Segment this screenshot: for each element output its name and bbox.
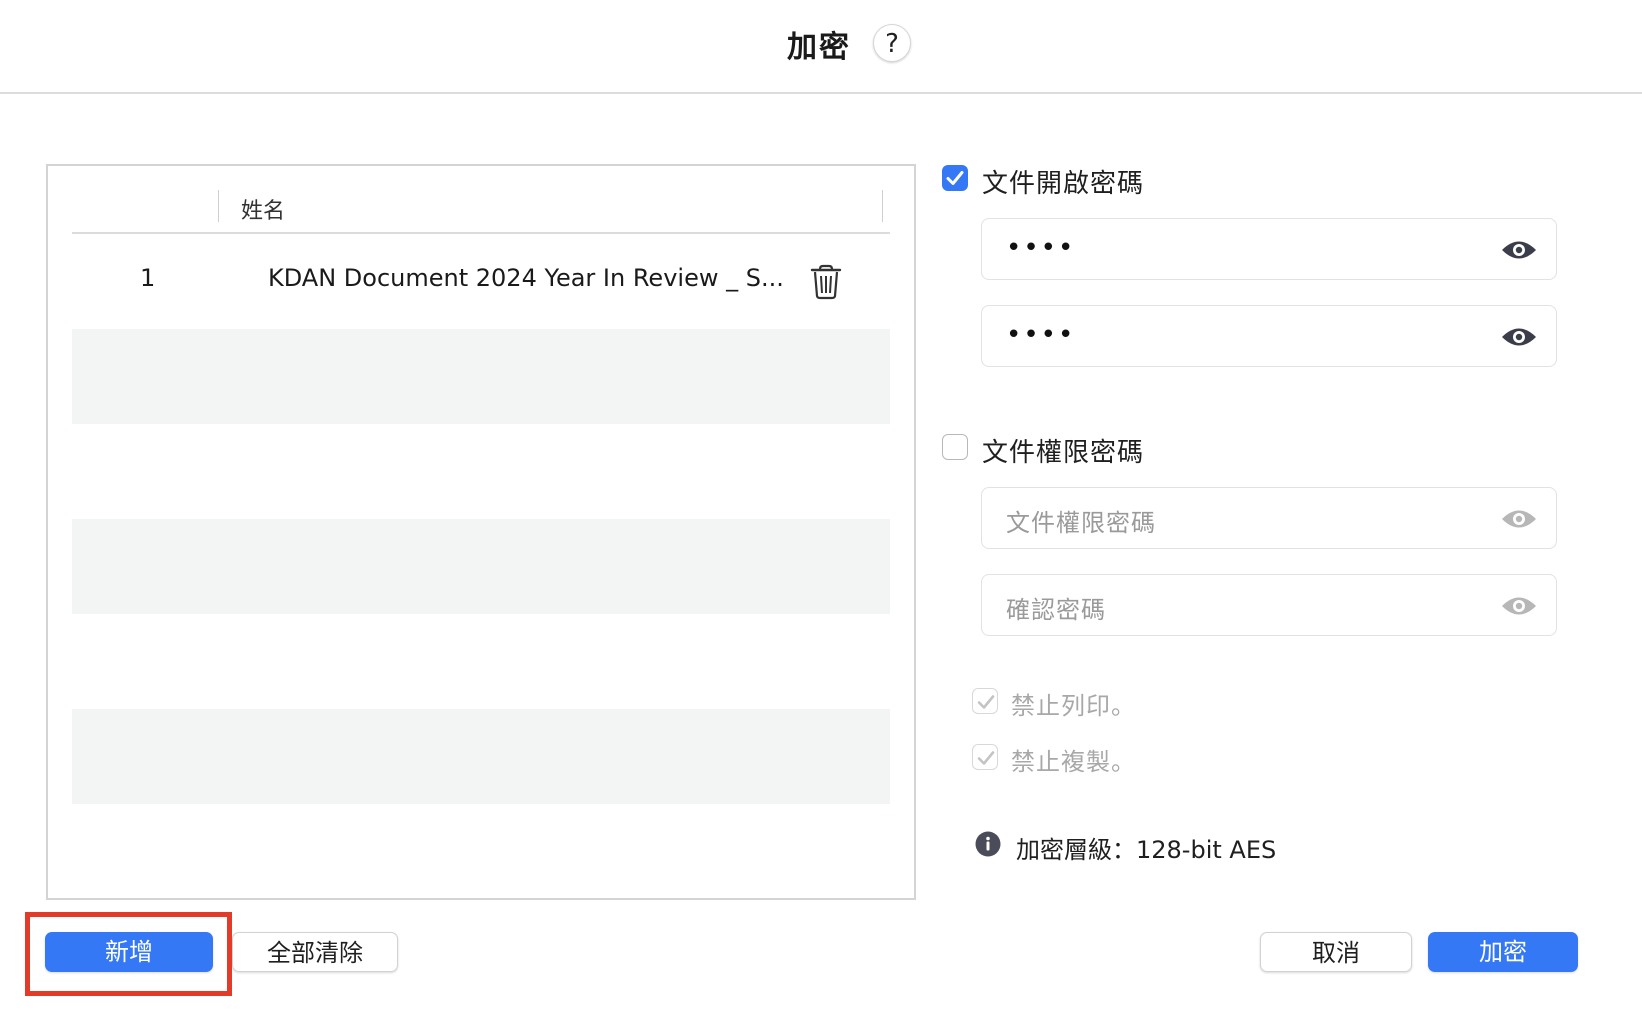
permission-password-label[interactable]: 文件權限密碼 bbox=[982, 432, 1144, 469]
column-separator bbox=[882, 190, 883, 222]
file-name: KDAN Document 2024 Year In Review _ S... bbox=[268, 264, 784, 292]
permission-password-input[interactable]: 文件權限密碼 bbox=[981, 487, 1557, 549]
file-list-panel: 姓名 1 KDAN Document 2024 Year In Review _… bbox=[46, 164, 916, 900]
open-password-checkbox[interactable] bbox=[942, 165, 968, 191]
no-print-checkbox[interactable] bbox=[972, 688, 998, 714]
table-row-empty bbox=[72, 329, 890, 424]
permission-confirm-placeholder: 確認密碼 bbox=[1006, 596, 1106, 624]
trash-icon[interactable] bbox=[809, 264, 843, 300]
help-button[interactable]: ? bbox=[873, 24, 911, 62]
table-row-empty bbox=[72, 709, 890, 804]
show-password-eye-icon[interactable] bbox=[1500, 324, 1538, 350]
show-password-eye-icon[interactable] bbox=[1500, 506, 1538, 532]
clear-all-button[interactable]: 全部清除 bbox=[232, 932, 398, 972]
table-row[interactable]: 1 KDAN Document 2024 Year In Review _ S.… bbox=[72, 234, 890, 329]
no-print-label: 禁止列印。 bbox=[1011, 692, 1136, 720]
password-value: •••• bbox=[1006, 233, 1076, 263]
show-password-eye-icon[interactable] bbox=[1500, 237, 1538, 263]
open-password-label[interactable]: 文件開啟密碼 bbox=[982, 163, 1144, 200]
column-separator bbox=[218, 190, 219, 222]
table-row-empty bbox=[72, 519, 890, 614]
no-copy-label: 禁止複製。 bbox=[1011, 748, 1136, 776]
dialog-titlebar: 加密 ? bbox=[0, 0, 1642, 94]
encrypt-button[interactable]: 加密 bbox=[1428, 932, 1578, 972]
permission-confirm-input[interactable]: 確認密碼 bbox=[981, 574, 1557, 636]
info-icon bbox=[975, 831, 1001, 857]
encryption-level-label: 加密層級：128-bit AES bbox=[1016, 836, 1277, 864]
table-row-empty bbox=[72, 614, 890, 709]
row-index: 1 bbox=[140, 264, 156, 292]
table-row-empty bbox=[72, 424, 890, 519]
cancel-button[interactable]: 取消 bbox=[1260, 932, 1412, 972]
permission-password-checkbox[interactable] bbox=[942, 434, 968, 460]
column-header-name[interactable]: 姓名 bbox=[241, 193, 285, 225]
confirm-password-value: •••• bbox=[1006, 320, 1076, 350]
no-copy-checkbox[interactable] bbox=[972, 744, 998, 770]
permission-password-placeholder: 文件權限密碼 bbox=[1006, 509, 1156, 537]
open-password-confirm-input[interactable]: •••• bbox=[981, 305, 1557, 367]
show-password-eye-icon[interactable] bbox=[1500, 593, 1538, 619]
open-password-input[interactable]: •••• bbox=[981, 218, 1557, 280]
dialog-title: 加密 bbox=[787, 30, 851, 65]
add-button-highlight bbox=[25, 912, 232, 996]
